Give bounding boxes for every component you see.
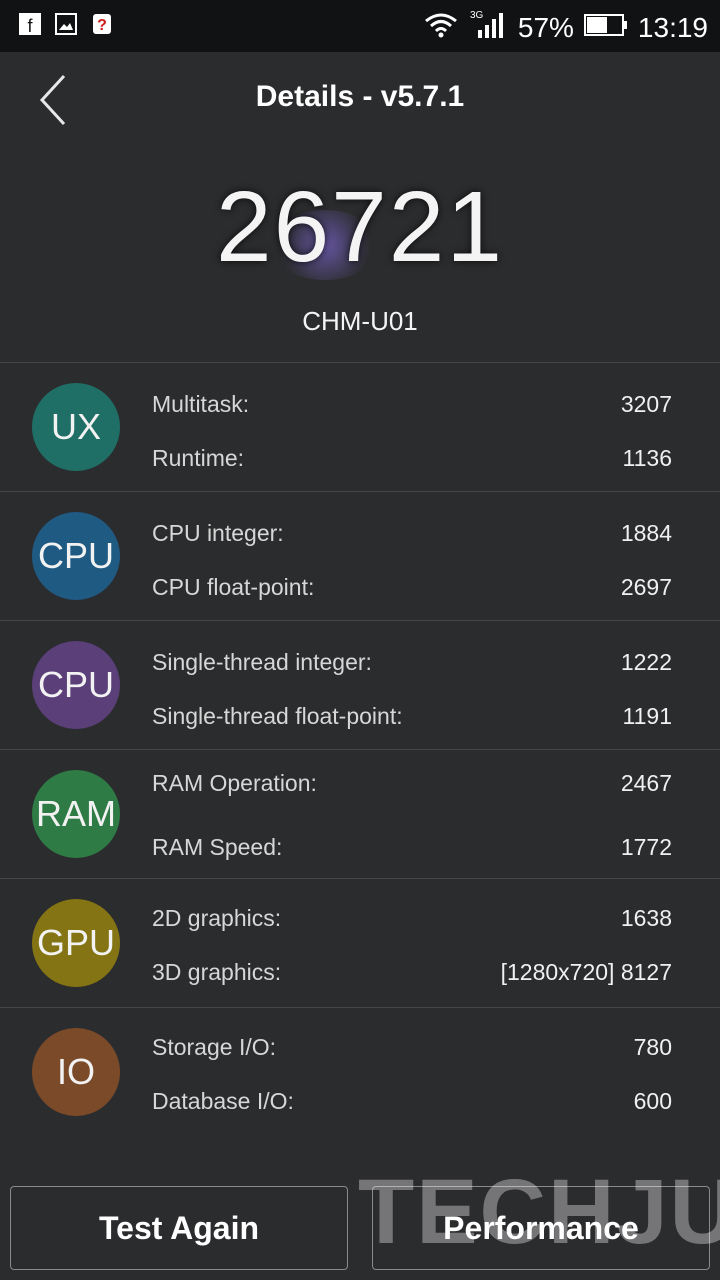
runtime-label: Runtime: xyxy=(152,445,245,471)
results-list: UX Multitask: 3207 Runtime: 1136 CPU CPU… xyxy=(0,362,720,1136)
3d-graphics-value: [1280x720] 8127 xyxy=(500,959,672,985)
header-bar: Details - v5.7.1 xyxy=(0,52,720,148)
category-row-io: IO Storage I/O: 780 Database I/O: 600 xyxy=(0,1007,720,1136)
test-again-button[interactable]: Test Again xyxy=(10,1186,348,1270)
notification-icons: f ? xyxy=(18,12,114,36)
device-name: CHM-U01 xyxy=(302,306,418,336)
app-icon: ? xyxy=(90,12,114,36)
network-type: 3G xyxy=(470,10,484,21)
ux-badge: UX xyxy=(32,383,120,471)
database-io-label: Database I/O: xyxy=(152,1088,294,1114)
ram-speed-label: RAM Speed: xyxy=(152,834,283,860)
cpu-badge: CPU xyxy=(32,512,120,600)
single-thread-integer-value: 1222 xyxy=(620,649,672,675)
category-row-ux: UX Multitask: 3207 Runtime: 1136 xyxy=(0,362,720,491)
category-row-ram: RAM RAM Operation: 2467 RAM Speed: 1772 xyxy=(0,749,720,878)
cpu-integer-label: CPU integer: xyxy=(152,520,284,546)
facebook-icon: f xyxy=(18,12,42,36)
wifi-icon xyxy=(424,11,458,44)
2d-graphics-value: 1638 xyxy=(620,905,672,931)
ram-badge: RAM xyxy=(32,770,120,858)
runtime-value: 1136 xyxy=(622,445,672,471)
category-row-single-thread: CPU Single-thread integer: 1222 Single-t… xyxy=(0,620,720,749)
total-score: 26721 xyxy=(215,171,505,283)
ram-operation-value: 2467 xyxy=(620,770,672,796)
clock: 13:19 xyxy=(637,11,708,43)
gpu-badge: GPU xyxy=(32,899,120,987)
io-badge: IO xyxy=(32,1028,120,1116)
cpu-float-label: CPU float-point: xyxy=(152,574,315,600)
single-thread-badge: CPU xyxy=(32,641,120,729)
multitask-label: Multitask: xyxy=(152,391,250,417)
image-icon xyxy=(54,12,78,36)
ram-speed-value: 1772 xyxy=(620,834,672,860)
storage-io-value: 780 xyxy=(633,1034,672,1060)
signal-icon: 3G xyxy=(468,10,508,45)
single-thread-float-value: 1191 xyxy=(622,703,672,729)
page-title: Details - v5.7.1 xyxy=(255,80,465,113)
watermark: TECHJUICE xyxy=(358,1161,720,1263)
ram-operation-label: RAM Operation: xyxy=(152,770,317,796)
svg-text:?: ? xyxy=(97,17,107,34)
multitask-value: 3207 xyxy=(620,391,672,417)
battery-percent: 57% xyxy=(517,11,574,43)
category-row-gpu: GPU 2D graphics: 1638 3D graphics: [1280… xyxy=(0,878,720,1007)
category-row-cpu: CPU CPU integer: 1884 CPU float-point: 2… xyxy=(0,491,720,620)
database-io-value: 600 xyxy=(633,1088,672,1114)
cpu-integer-value: 1884 xyxy=(620,520,672,546)
2d-graphics-label: 2D graphics: xyxy=(152,905,282,931)
single-thread-integer-label: Single-thread integer: xyxy=(152,649,372,675)
status-bar: f ? 3G 57% 13:19 xyxy=(0,0,720,52)
cpu-float-value: 2697 xyxy=(620,574,672,600)
3d-graphics-label: 3D graphics: xyxy=(152,959,282,985)
single-thread-float-label: Single-thread float-point: xyxy=(152,703,403,729)
battery-icon xyxy=(583,13,628,42)
storage-io-label: Storage I/O: xyxy=(152,1034,277,1060)
